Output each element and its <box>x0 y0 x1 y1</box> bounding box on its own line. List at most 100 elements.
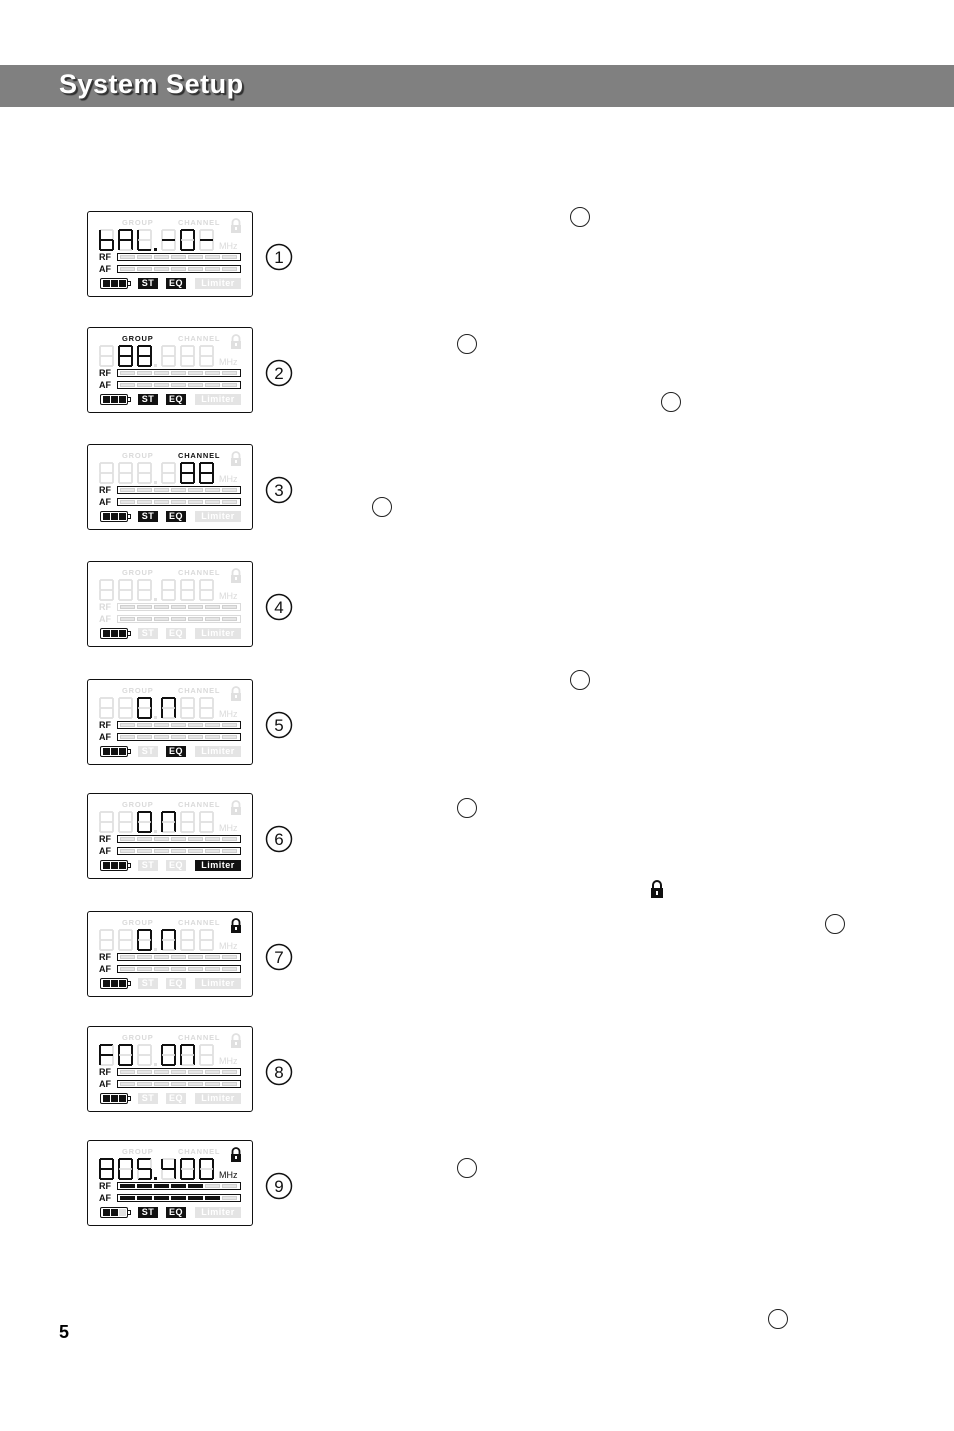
lcd-display-step-5: GROUP CHANNEL MHz RF AF ST EQ Limiter <box>87 679 253 765</box>
level-segment <box>154 500 169 504</box>
level-segment <box>222 1196 237 1200</box>
lcd-display-step-6: GROUP CHANNEL MHz RF AF ST EQ Limiter <box>87 793 253 879</box>
lcd-digit <box>99 1044 114 1066</box>
svg-text:7: 7 <box>274 948 283 967</box>
level-segment <box>137 605 152 609</box>
af-level-bar <box>117 1080 241 1088</box>
lcd-digit <box>199 579 214 601</box>
channel-label: CHANNEL <box>178 334 221 343</box>
decimal-point <box>154 364 157 367</box>
level-segment <box>137 1196 152 1200</box>
lcd-digit <box>99 811 114 833</box>
lcd-digit <box>137 345 152 367</box>
rf-label: RF <box>99 485 111 495</box>
step-number-circle: 1 <box>265 243 293 271</box>
level-segment <box>137 500 152 504</box>
lcd-digit <box>161 229 176 251</box>
level-segment <box>137 383 152 387</box>
level-segment <box>205 837 220 841</box>
limiter-indicator: Limiter <box>195 860 241 871</box>
battery-cell <box>119 980 126 987</box>
lcd-digit <box>99 579 114 601</box>
level-segment <box>188 849 203 853</box>
limiter-indicator: Limiter <box>195 746 241 757</box>
af-label: AF <box>99 380 111 390</box>
level-segment <box>120 605 135 609</box>
battery-icon <box>100 746 128 757</box>
st-indicator: ST <box>138 1093 158 1104</box>
limiter-indicator: Limiter <box>195 511 241 522</box>
level-segment <box>171 1196 186 1200</box>
step-reference-circle <box>661 392 681 412</box>
level-segment <box>120 383 135 387</box>
lcd-digit <box>99 1158 114 1180</box>
lcd-display-step-2: GROUP CHANNEL MHz RF AF ST EQ Limiter <box>87 327 253 413</box>
lcd-digit <box>99 929 114 951</box>
step-reference-circle <box>768 1309 788 1329</box>
level-segment <box>222 1070 237 1074</box>
level-segment <box>154 955 169 959</box>
level-segment <box>205 267 220 271</box>
battery-icon <box>100 1207 128 1218</box>
level-segment <box>222 383 237 387</box>
level-segment <box>171 255 186 259</box>
st-indicator: ST <box>138 394 158 405</box>
level-segment <box>205 488 220 492</box>
lcd-digit <box>180 697 195 719</box>
frequency-readout <box>99 345 219 369</box>
rf-label: RF <box>99 1067 111 1077</box>
mhz-label: MHz <box>219 1170 238 1180</box>
limiter-indicator: Limiter <box>195 278 241 289</box>
lcd-digit <box>199 929 214 951</box>
level-segment <box>154 617 169 621</box>
battery-cell <box>111 980 118 987</box>
level-segment <box>188 1070 203 1074</box>
af-label: AF <box>99 732 111 742</box>
level-segment <box>222 967 237 971</box>
channel-label: CHANNEL <box>178 918 221 927</box>
level-segment <box>171 500 186 504</box>
battery-cell <box>103 748 110 755</box>
battery-cell <box>119 748 126 755</box>
battery-icon <box>100 978 128 989</box>
lcd-digit <box>161 345 176 367</box>
battery-cell <box>119 396 126 403</box>
lock-icon <box>231 334 241 349</box>
af-level-bar <box>117 733 241 741</box>
lcd-digit <box>180 929 195 951</box>
lcd-display-step-7: GROUP CHANNEL MHz RF AF ST EQ Limiter <box>87 911 253 997</box>
level-segment <box>205 1196 220 1200</box>
level-segment <box>137 837 152 841</box>
level-segment <box>205 383 220 387</box>
level-segment <box>137 967 152 971</box>
svg-text:5: 5 <box>274 716 283 735</box>
lock-icon <box>231 686 241 701</box>
level-segment <box>120 500 135 504</box>
lcd-digit <box>180 1044 195 1066</box>
battery-tip <box>128 863 131 868</box>
level-segment <box>222 500 237 504</box>
af-label: AF <box>99 964 111 974</box>
st-indicator: ST <box>138 628 158 639</box>
level-segment <box>171 1184 186 1188</box>
step-number-circle: 9 <box>265 1172 293 1200</box>
level-segment <box>188 500 203 504</box>
level-segment <box>205 605 220 609</box>
lcd-digit <box>161 1158 176 1180</box>
lcd-digit <box>99 229 114 251</box>
lcd-digit <box>137 1158 152 1180</box>
lcd-digit <box>99 345 114 367</box>
battery-cell <box>119 280 126 287</box>
group-label: GROUP <box>122 1033 154 1042</box>
level-segment <box>205 735 220 739</box>
frequency-readout <box>99 811 219 835</box>
lcd-digit <box>118 1158 133 1180</box>
section-title: System Setup <box>59 69 244 99</box>
af-level-bar <box>117 381 241 389</box>
channel-label: CHANNEL <box>178 686 221 695</box>
battery-cell <box>103 280 110 287</box>
step-number-circle: 4 <box>265 593 293 621</box>
battery-cell <box>103 1095 110 1102</box>
mhz-label: MHz <box>219 823 238 833</box>
step-reference-circle <box>825 914 845 934</box>
